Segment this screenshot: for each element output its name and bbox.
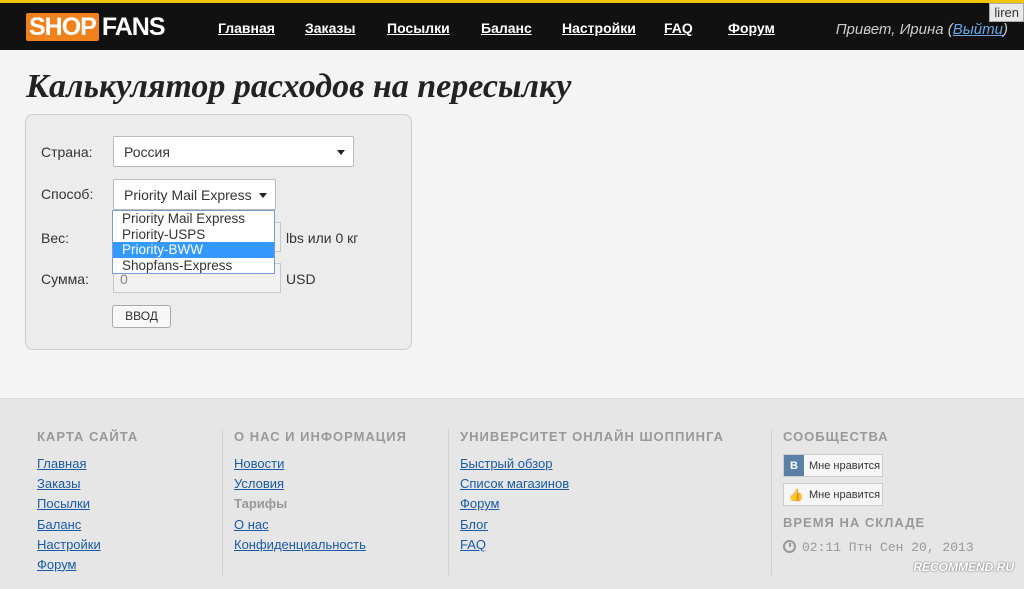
footer-link-orders[interactable]: Заказы	[37, 476, 80, 491]
nav-orders[interactable]: Заказы	[305, 20, 355, 36]
method-label: Способ:	[41, 186, 94, 202]
footer-item-tariffs: Тарифы	[234, 496, 288, 512]
footer-link-privacy[interactable]: Конфиденциальность	[234, 537, 366, 552]
communities-heading: СООБЩЕСТВА	[783, 429, 889, 444]
country-select[interactable]: Россия	[113, 136, 354, 167]
method-option[interactable]: Priority Mail Express	[113, 211, 274, 227]
about-heading: О НАС И ИНФОРМАЦИЯ	[234, 429, 407, 444]
warehouse-time-value: 02:11 Птн Сен 20, 2013	[802, 540, 974, 555]
shopfans-logo[interactable]: SHOP FANS	[26, 12, 166, 41]
footer-link-uni-faq[interactable]: FAQ	[460, 537, 486, 552]
top-navigation-bar: SHOP FANS Главная Заказы Посылки Баланс Н…	[0, 0, 1024, 50]
footer-link-home[interactable]: Главная	[37, 456, 86, 471]
footer-link-balance[interactable]: Баланс	[37, 517, 81, 532]
footer-link-uni-forum[interactable]: Форум	[460, 496, 500, 511]
chevron-down-icon	[337, 150, 345, 155]
footer-link-parcels[interactable]: Посылки	[37, 496, 90, 511]
thumbs-up-icon: 👍	[788, 487, 804, 502]
footer-link-overview[interactable]: Быстрый обзор	[460, 456, 552, 471]
nav-faq[interactable]: FAQ	[664, 20, 693, 36]
sitemap-heading: КАРТА САЙТА	[37, 429, 139, 444]
sum-label: Сумма:	[41, 271, 89, 287]
country-label: Страна:	[41, 144, 93, 160]
nav-parcels[interactable]: Посылки	[387, 20, 450, 36]
footer-link-stores[interactable]: Список магазинов	[460, 476, 569, 491]
corner-tag: liren	[989, 3, 1024, 22]
footer-link-blog[interactable]: Блог	[460, 517, 488, 532]
footer-link-news[interactable]: Новости	[234, 456, 284, 471]
recommend-watermark: RECOMMEND.RU	[913, 560, 1014, 574]
footer-link-settings[interactable]: Настройки	[37, 537, 101, 552]
nav-balance[interactable]: Баланс	[481, 20, 532, 36]
warehouse-time-heading: ВРЕМЯ НА СКЛАДЕ	[783, 515, 926, 530]
nav-home[interactable]: Главная	[218, 20, 275, 36]
greeting-text: Привет, Ирина (	[835, 21, 953, 38]
vk-icon: В	[784, 455, 804, 476]
footer-sitemap: КАРТА САЙТА Главная Заказы Посылки Балан…	[37, 429, 138, 575]
footer-about: О НАС И ИНФОРМАЦИЯ Новости Условия Тариф…	[234, 429, 407, 555]
footer-link-forum[interactable]: Форум	[37, 557, 77, 572]
footer-divider	[771, 429, 772, 575]
country-value: Россия	[124, 144, 170, 160]
footer-university: УНИВЕРСИТЕТ ОНЛАЙН ШОППИНГА Быстрый обзо…	[460, 429, 724, 555]
weight-unit: lbs или 0 кг	[286, 230, 359, 246]
method-option-selected[interactable]: Priority-BWW	[113, 242, 274, 258]
nav-settings[interactable]: Настройки	[562, 20, 636, 36]
vk-like-label: Мне нравится	[809, 459, 881, 472]
user-greeting: Привет, Ирина (Выйти)	[836, 21, 1008, 38]
university-heading: УНИВЕРСИТЕТ ОНЛАЙН ШОППИНГА	[460, 429, 725, 444]
logout-link[interactable]: Выйти	[953, 21, 1003, 38]
fb-like-button[interactable]: 👍 Мне нравится	[783, 483, 883, 506]
warehouse-time: 02:11 Птн Сен 20, 2013	[783, 540, 974, 555]
method-option[interactable]: Shopfans-Express	[113, 258, 274, 274]
logo-fans-text: FANS	[101, 12, 166, 41]
fb-like-label: Мне нравится	[809, 488, 881, 501]
greeting-close: )	[1003, 21, 1008, 38]
footer-link-about[interactable]: О нас	[234, 517, 269, 532]
vk-like-button[interactable]: В Мне нравится	[783, 454, 883, 477]
method-option[interactable]: Priority-USPS	[113, 227, 274, 243]
method-dropdown-list: Priority Mail Express Priority-USPS Prio…	[112, 210, 275, 274]
footer-link-terms[interactable]: Условия	[234, 476, 284, 491]
submit-button[interactable]: ВВОД	[112, 305, 171, 328]
weight-label: Вес:	[41, 230, 70, 246]
method-select[interactable]: Priority Mail Express	[113, 179, 276, 210]
footer-divider	[448, 429, 449, 575]
nav-forum[interactable]: Форум	[728, 20, 775, 36]
method-value: Priority Mail Express	[124, 187, 252, 203]
footer-divider	[222, 429, 223, 575]
clock-icon	[783, 540, 796, 553]
site-footer: КАРТА САЙТА Главная Заказы Посылки Балан…	[0, 398, 1024, 589]
logo-shop-text: SHOP	[26, 13, 99, 41]
sum-unit: USD	[286, 271, 316, 287]
chevron-down-icon	[259, 193, 267, 198]
footer-communities: СООБЩЕСТВА В Мне нравится 👍 Мне нравится…	[783, 429, 974, 555]
page-title: Калькулятор расходов на пересылку	[26, 68, 572, 105]
